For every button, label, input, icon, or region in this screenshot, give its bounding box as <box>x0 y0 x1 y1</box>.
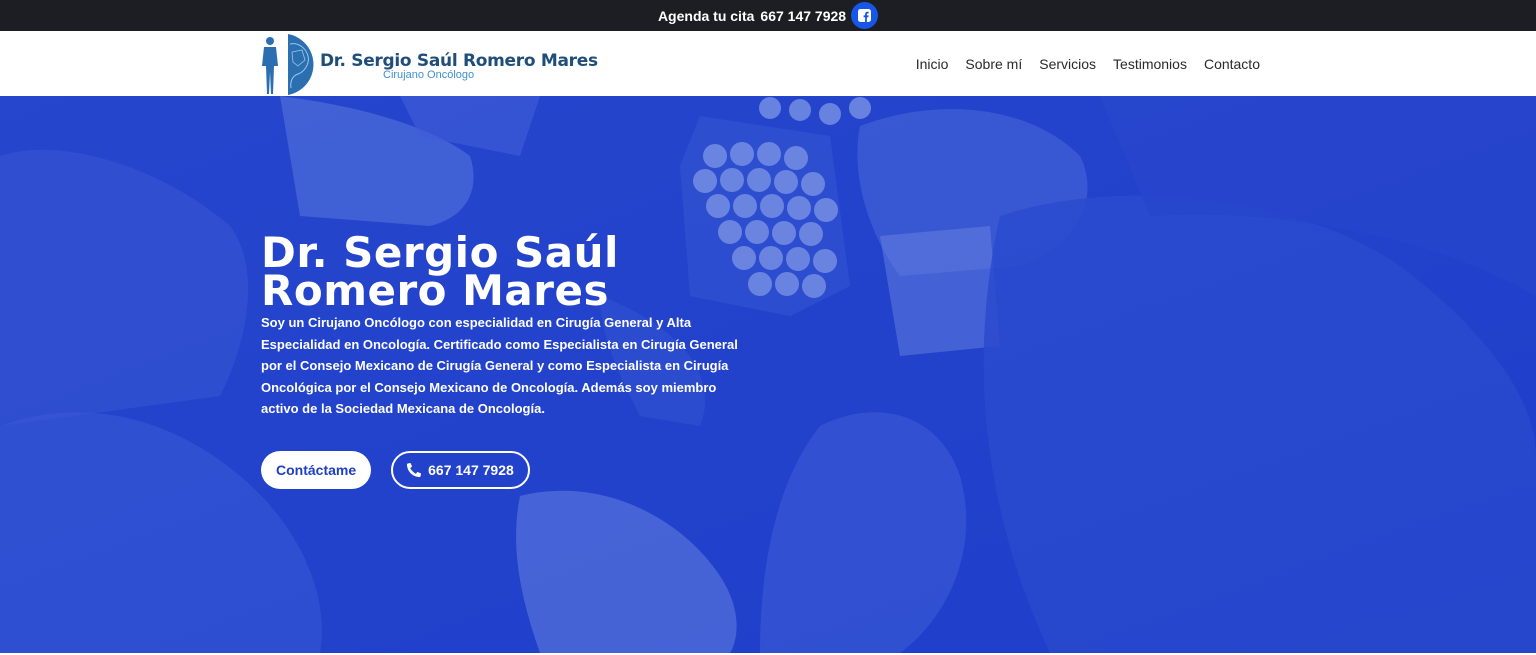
site-logo[interactable]: Dr. Sergio Saúl Romero Mares Cirujano On… <box>258 31 598 96</box>
hero-title: Dr. Sergio Saúl Romero Mares <box>261 228 619 315</box>
phone-icon <box>407 463 422 477</box>
facebook-icon <box>858 9 872 22</box>
hero-description: Soy un Cirujano Oncólogo con especialida… <box>261 315 738 416</box>
anatomy-logo-icon <box>262 34 314 95</box>
logo-name: Dr. Sergio Saúl Romero Mares <box>320 51 598 71</box>
nav-item-servicios[interactable]: Servicios <box>1039 56 1096 72</box>
top-bar: Agenda tu cita 667 147 7928 <box>0 0 1536 31</box>
hero-section: Dr. Sergio Saúl Romero Mares Soy un Ciru… <box>0 96 1536 653</box>
contact-button[interactable]: Contáctame <box>261 451 372 489</box>
topbar-phone-link[interactable]: 667 147 7928 <box>760 8 846 24</box>
appointment-label: Agenda tu cita <box>657 7 755 24</box>
nav-item-testimonios[interactable]: Testimonios <box>1113 56 1187 72</box>
nav-item-inicio[interactable]: Inicio <box>916 56 949 72</box>
nav-item-sobre-mi[interactable]: Sobre mí <box>965 56 1022 72</box>
header-nav: Dr. Sergio Saúl Romero Mares Cirujano On… <box>0 31 1536 96</box>
main-menu: Inicio Sobre mí Servicios Testimonios Co… <box>899 31 1260 96</box>
phone-button[interactable]: 667 147 7928 <box>391 451 530 489</box>
hero-content: Dr. Sergio Saúl Romero Mares Soy un Ciru… <box>261 228 751 420</box>
phone-button-label: 667 147 7928 <box>428 462 514 478</box>
nav-item-contacto[interactable]: Contacto <box>1204 56 1260 72</box>
hero-buttons: Contáctame 667 147 7928 <box>261 451 530 489</box>
surgery-background-image <box>0 96 1536 653</box>
logo-subtitle: Cirujano Oncólogo <box>383 69 475 81</box>
facebook-button[interactable] <box>851 2 879 29</box>
